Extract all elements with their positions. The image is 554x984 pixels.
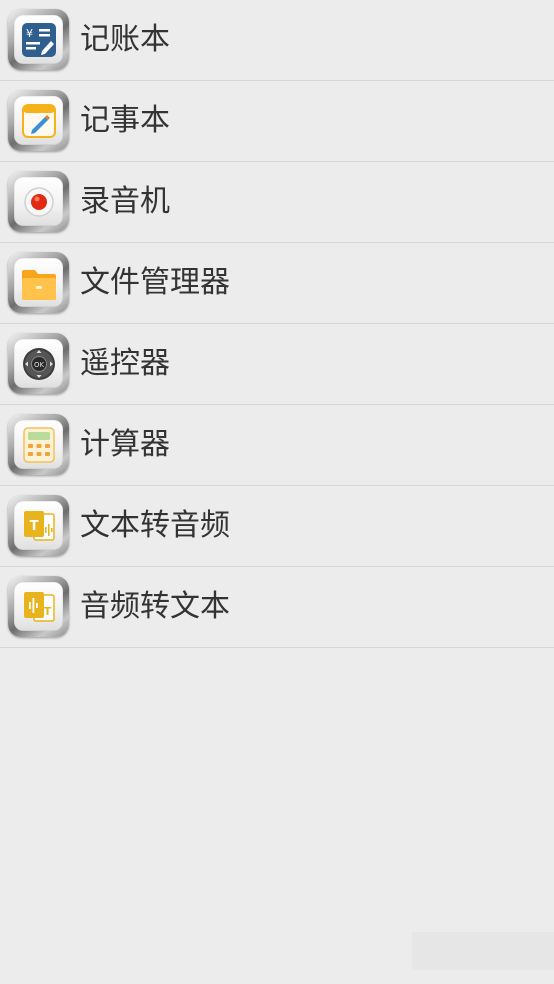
app-label: 记事本: [80, 103, 170, 138]
app-item-calculator[interactable]: 计算器: [0, 405, 554, 486]
app-item-audio-to-text[interactable]: T 音频转文本: [0, 567, 554, 648]
corner-tab: [412, 932, 554, 970]
calculator-icon: [8, 414, 69, 475]
notepad-icon: [8, 90, 69, 151]
ledger-icon: ¥: [8, 9, 69, 70]
app-item-recorder[interactable]: 录音机: [0, 162, 554, 243]
app-item-text-to-audio[interactable]: T 文本转音频: [0, 486, 554, 567]
app-label: 文件管理器: [80, 265, 230, 300]
svg-text:OK: OK: [33, 361, 44, 369]
recorder-icon: [8, 171, 69, 232]
app-item-notepad[interactable]: 记事本: [0, 81, 554, 162]
file-manager-icon: [8, 252, 69, 313]
app-label: 遥控器: [80, 346, 170, 381]
remote-control-icon: OK: [8, 333, 69, 394]
app-item-remote-control[interactable]: OK 遥控器: [0, 324, 554, 405]
app-item-ledger[interactable]: ¥ 记账本: [0, 0, 554, 81]
svg-text:¥: ¥: [26, 27, 33, 40]
svg-text:T: T: [43, 605, 51, 618]
text-to-audio-icon: T: [8, 495, 69, 556]
audio-to-text-icon: T: [8, 576, 69, 637]
app-label: 录音机: [80, 184, 170, 219]
app-label: 音频转文本: [80, 589, 230, 624]
svg-text:T: T: [29, 519, 38, 534]
app-label: 记账本: [80, 22, 170, 57]
app-label: 文本转音频: [80, 508, 230, 543]
app-label: 计算器: [80, 427, 170, 462]
app-item-file-manager[interactable]: 文件管理器: [0, 243, 554, 324]
app-list: ¥ 记账本 记事本 录音机 文件管理器 OK 遥控器 计算器 T 文本转音频 T…: [0, 0, 554, 648]
